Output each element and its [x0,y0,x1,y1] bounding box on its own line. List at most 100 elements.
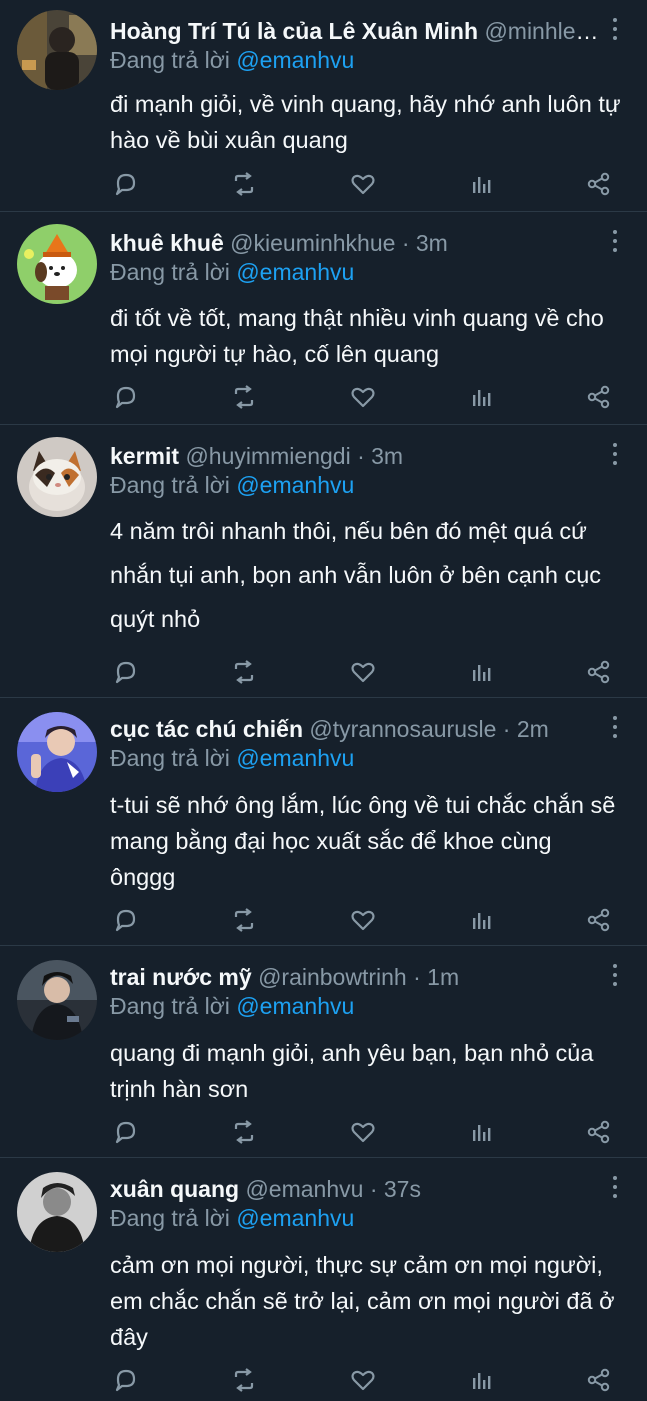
retweet-button[interactable] [228,656,260,688]
view-stats-button[interactable] [465,1364,497,1396]
user-name[interactable]: xuân quang [110,1176,239,1202]
avatar[interactable] [17,10,97,90]
more-icon[interactable] [611,230,619,252]
reply-prefix: Đang trả lời [110,472,230,498]
view-stats-button[interactable] [465,904,497,936]
user-name[interactable]: trai nước mỹ [110,964,252,990]
reply-button[interactable] [110,1364,142,1396]
retweet-button[interactable] [228,1364,260,1396]
tweet-3[interactable]: kermit @huyimmiengdi · 3m Đang trả lời @… [0,425,647,698]
bw-person-icon [17,1172,97,1252]
share-icon [583,170,615,198]
more-icon[interactable] [611,716,619,738]
stats-icon [465,1118,497,1146]
timestamp[interactable]: 3m [371,443,403,469]
mention-link[interactable]: @emanhvu [236,1205,354,1231]
more-icon[interactable] [611,964,619,986]
avatar[interactable] [17,712,97,792]
user-handle[interactable]: @kieuminhkhue [230,230,395,256]
tweet-2[interactable]: khuê khuê @kieuminhkhue · 3m Đang trả lờ… [0,212,647,425]
reply-button[interactable] [110,1116,142,1148]
tweet-text: quang đi mạnh giỏi, anh yêu bạn, bạn nhỏ… [110,1040,594,1102]
cat-icon [17,437,97,517]
user-handle[interactable]: @rainbowtrinh [258,964,407,990]
tweet-header: Hoàng Trí Tú là của Lê Xuân Minh @minhle… [110,16,607,46]
user-handle[interactable]: @tyrannosaurusle [309,716,496,742]
mention-link[interactable]: @emanhvu [236,47,354,73]
retweet-icon [228,906,260,934]
tweet-actions [110,1364,610,1396]
reply-icon [110,1366,142,1394]
avatar[interactable] [17,224,97,304]
user-name[interactable]: Hoàng Trí Tú là của Lê Xuân Minh [110,18,478,44]
timestamp[interactable]: 37s [384,1176,421,1202]
retweet-icon [228,170,260,198]
retweet-button[interactable] [228,168,260,200]
avatar[interactable] [17,960,97,1040]
user-handle[interactable]: @emanhvu [245,1176,363,1202]
mention-link[interactable]: @emanhvu [236,472,354,498]
user-name[interactable]: khuê khuê [110,230,224,256]
tweet-6[interactable]: xuân quang @emanhvu · 37s Đang trả lời @… [0,1158,647,1401]
reply-feed: Hoàng Trí Tú là của Lê Xuân Minh @minhle… [0,0,647,1401]
timestamp[interactable]: 1m [427,964,459,990]
like-button[interactable] [347,1364,379,1396]
view-stats-button[interactable] [465,381,497,413]
reply-button[interactable] [110,381,142,413]
view-stats-button[interactable] [465,168,497,200]
reply-button[interactable] [110,656,142,688]
mention-link[interactable]: @emanhvu [236,993,354,1019]
timestamp[interactable]: 3m [416,230,448,256]
like-button[interactable] [347,656,379,688]
view-stats-button[interactable] [465,656,497,688]
view-stats-button[interactable] [465,1116,497,1148]
like-button[interactable] [347,168,379,200]
retweet-button[interactable] [228,1116,260,1148]
share-icon [583,1118,615,1146]
reply-prefix: Đang trả lời [110,745,230,771]
reply-icon [110,1118,142,1146]
mention-link[interactable]: @emanhvu [236,745,354,771]
tweet-5[interactable]: trai nước mỹ @rainbowtrinh · 1m Đang trả… [0,946,647,1158]
retweet-button[interactable] [228,904,260,936]
reply-button[interactable] [110,168,142,200]
cartoon-dog-icon [17,224,97,304]
like-icon [347,658,379,686]
user-handle[interactable]: @huyimmiengdi [185,443,350,469]
like-button[interactable] [347,1116,379,1148]
avatar[interactable] [17,437,97,517]
share-button[interactable] [583,904,615,936]
more-icon[interactable] [611,443,619,465]
tweet-header: kermit @huyimmiengdi · 3m [110,441,607,471]
mention-link[interactable]: @emanhvu [236,259,354,285]
user-name[interactable]: cục tác chú chiến [110,716,303,742]
tweet-header: khuê khuê @kieuminhkhue · 3m [110,228,607,258]
tweet-text: cảm ơn mọi người, thực sự cảm ơn mọi ngư… [110,1252,615,1350]
like-button[interactable] [347,904,379,936]
share-icon [583,1366,615,1394]
tweet-header: trai nước mỹ @rainbowtrinh · 1m [110,962,607,992]
share-button[interactable] [583,168,615,200]
user-handle[interactable]: @minhlee... [484,18,607,44]
share-button[interactable] [583,1364,615,1396]
reply-button[interactable] [110,904,142,936]
more-icon[interactable] [611,18,619,40]
share-button[interactable] [583,656,615,688]
retweet-icon [228,1118,260,1146]
like-button[interactable] [347,381,379,413]
reply-prefix: Đang trả lời [110,1205,230,1231]
share-icon [583,383,615,411]
share-button[interactable] [583,1116,615,1148]
more-icon[interactable] [611,1176,619,1198]
user-name[interactable]: kermit [110,443,179,469]
like-icon [347,1118,379,1146]
timestamp[interactable]: 2m [517,716,549,742]
like-icon [347,170,379,198]
tweet-actions [110,1116,610,1148]
share-button[interactable] [583,381,615,413]
retweet-button[interactable] [228,381,260,413]
tweet-1[interactable]: Hoàng Trí Tú là của Lê Xuân Minh @minhle… [0,0,647,212]
avatar[interactable] [17,1172,97,1252]
tweet-4[interactable]: cục tác chú chiến @tyrannosaurusle · 2m … [0,698,647,946]
tweet-actions [110,904,610,936]
